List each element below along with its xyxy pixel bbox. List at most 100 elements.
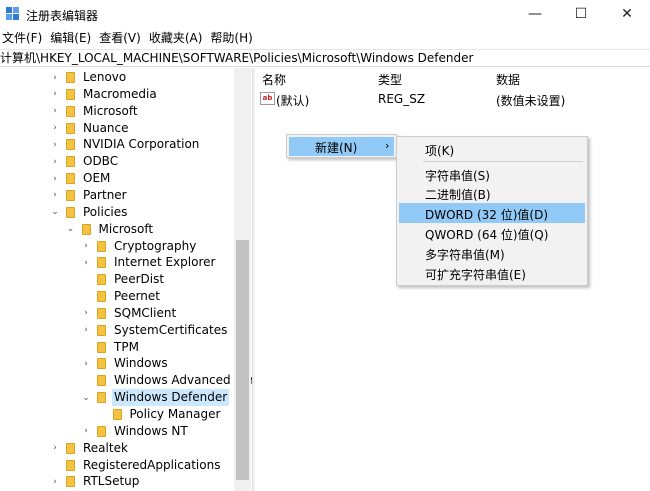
chevron-right-icon[interactable]: › xyxy=(50,69,60,86)
tree-item[interactable]: › Windows xyxy=(81,355,170,372)
chevron-right-icon[interactable]: › xyxy=(50,103,60,120)
chevron-right-icon[interactable]: › xyxy=(81,322,91,339)
chevron-down-icon[interactable]: ⌄ xyxy=(81,389,91,406)
tree-item-label: Partner xyxy=(83,187,127,202)
chevron-right-icon[interactable]: › xyxy=(50,473,60,490)
tree-item[interactable]: › SQMClient xyxy=(81,305,178,322)
no-expander xyxy=(97,406,107,423)
tree-item[interactable]: ⌄ Policies xyxy=(50,204,129,221)
menu-favorites[interactable]: 收藏夹(A) xyxy=(145,28,207,48)
tree-item[interactable]: ⌄ Microsoft xyxy=(66,221,156,238)
submenu-item-binary-value[interactable]: 二进制值(B) xyxy=(399,183,585,203)
folder-icon xyxy=(66,442,75,454)
value-name: (默认) xyxy=(276,94,310,108)
tree-item-label: RTLSetup xyxy=(83,474,140,489)
tree-item[interactable]: › Realtek xyxy=(50,440,130,457)
folder-icon xyxy=(97,392,106,404)
tree-item[interactable]: Policy Manager xyxy=(97,406,223,423)
tree-item-label: PeerDist xyxy=(114,272,165,287)
maximize-icon: ☐ xyxy=(574,6,588,22)
chevron-down-icon[interactable]: ⌄ xyxy=(50,204,60,221)
column-header-data[interactable]: 数据 xyxy=(496,71,520,88)
menu-help[interactable]: 帮助(H) xyxy=(206,28,256,48)
tree-item[interactable]: › Nuance xyxy=(50,120,131,137)
tree-item[interactable]: RegisteredApplications xyxy=(50,457,222,474)
tree-item-label: Policies xyxy=(83,204,128,219)
context-menu-new[interactable]: 新建(N) › xyxy=(289,137,394,156)
chevron-right-icon[interactable]: › xyxy=(81,238,91,255)
tree-item-label: Windows NT xyxy=(114,423,188,438)
chevron-right-icon[interactable]: › xyxy=(81,355,91,372)
chevron-right-icon[interactable]: › xyxy=(81,305,91,322)
chevron-right-icon[interactable]: › xyxy=(50,187,60,204)
chevron-right-icon[interactable]: › xyxy=(50,120,60,137)
chevron-down-icon[interactable]: ⌄ xyxy=(66,221,76,238)
submenu-item-multi-string-value[interactable]: 多字符串值(M) xyxy=(399,243,585,263)
chevron-right-icon[interactable]: › xyxy=(81,254,91,271)
chevron-right-icon[interactable]: › xyxy=(81,423,91,440)
tree-item[interactable]: › OEM xyxy=(50,170,112,187)
folder-icon xyxy=(97,257,106,269)
maximize-button[interactable]: ☐ xyxy=(558,0,604,28)
context-menu: 新建(N) › xyxy=(286,134,397,158)
column-header-name[interactable]: 名称 xyxy=(262,71,286,88)
tree-item-label: Internet Explorer xyxy=(114,255,216,270)
tree-item-label: RegisteredApplications xyxy=(83,457,221,472)
folder-icon xyxy=(97,358,106,370)
chevron-right-icon[interactable]: › xyxy=(50,170,60,187)
tree-item[interactable]: › Internet Explorer xyxy=(81,254,217,271)
tree-item[interactable]: › RTLSetup xyxy=(50,473,141,490)
menu-bar: 文件(F) 编辑(E) 查看(V) 收藏夹(A) 帮助(H) xyxy=(0,28,650,48)
tree-item[interactable]: ⌄ Windows Defender xyxy=(81,389,230,407)
tree-item[interactable]: › NVIDIA Corporation xyxy=(50,136,201,153)
submenu-item-key[interactable]: 项(K) xyxy=(399,139,585,159)
tree-item-label: SQMClient xyxy=(114,305,177,320)
close-button[interactable]: ✕ xyxy=(604,0,650,28)
tree-item[interactable]: › SystemCertificates xyxy=(81,322,229,339)
tree-item[interactable]: › Cryptography xyxy=(81,238,198,255)
minimize-button[interactable]: — xyxy=(512,0,558,28)
tree-item-label: Microsoft xyxy=(83,103,138,118)
chevron-right-icon[interactable]: › xyxy=(50,153,60,170)
tree-scrollbar[interactable] xyxy=(234,68,251,491)
tree-item-label: Cryptography xyxy=(114,238,197,253)
submenu-item-dword-value[interactable]: DWORD (32 位)值(D) xyxy=(399,203,585,223)
submenu-arrow-icon: › xyxy=(385,139,390,152)
menu-edit[interactable]: 编辑(E) xyxy=(46,28,95,48)
address-bar[interactable]: 计算机\HKEY_LOCAL_MACHINE\SOFTWARE\Policies… xyxy=(0,49,650,67)
new-submenu: 项(K) 字符串值(S) 二进制值(B) DWORD (32 位)值(D) QW… xyxy=(396,136,588,286)
folder-icon xyxy=(66,139,75,151)
tree-item[interactable]: › Macromedia xyxy=(50,86,159,103)
chevron-right-icon[interactable]: › xyxy=(50,86,60,103)
tree-item[interactable]: PeerDist xyxy=(81,271,166,288)
tree-item-label: Macromedia xyxy=(83,86,157,101)
tree-scroll-thumb[interactable] xyxy=(236,240,249,480)
submenu-item-label: 项(K) xyxy=(425,144,455,158)
submenu-item-expandable-string-value[interactable]: 可扩充字符串值(E) xyxy=(399,263,585,283)
tree-item[interactable]: Windows Advanced Threat Protection xyxy=(81,372,252,389)
tree-item[interactable]: › Microsoft xyxy=(50,103,140,120)
close-icon: ✕ xyxy=(621,6,633,22)
minimize-icon: — xyxy=(528,6,542,22)
menu-file[interactable]: 文件(F) xyxy=(0,28,46,48)
column-header-type[interactable]: 类型 xyxy=(378,71,402,88)
submenu-item-qword-value[interactable]: QWORD (64 位)值(Q) xyxy=(399,223,585,243)
folder-icon xyxy=(81,223,91,235)
value-row[interactable]: ab (默认) REG_SZ (数值未设置) xyxy=(256,90,650,108)
registry-editor-icon xyxy=(6,7,19,20)
tree-item[interactable]: › Partner xyxy=(50,187,129,204)
folder-icon xyxy=(66,189,75,201)
tree-item[interactable]: Peernet xyxy=(81,288,162,305)
value-data: (数值未设置) xyxy=(496,94,566,108)
tree-item[interactable]: TPM xyxy=(81,339,141,356)
tree-item[interactable]: › ODBC xyxy=(50,153,120,170)
chevron-right-icon[interactable]: › xyxy=(50,136,60,153)
context-menu-new-label: 新建(N) xyxy=(315,141,358,155)
menu-view[interactable]: 查看(V) xyxy=(95,28,145,48)
chevron-right-icon[interactable]: › xyxy=(50,440,60,457)
tree-item[interactable]: › Lenovo xyxy=(50,69,128,86)
pane-splitter[interactable] xyxy=(252,68,255,491)
submenu-item-string-value[interactable]: 字符串值(S) xyxy=(399,164,585,184)
tree-item-label: Windows xyxy=(114,356,168,371)
tree-item[interactable]: › Windows NT xyxy=(81,423,190,440)
